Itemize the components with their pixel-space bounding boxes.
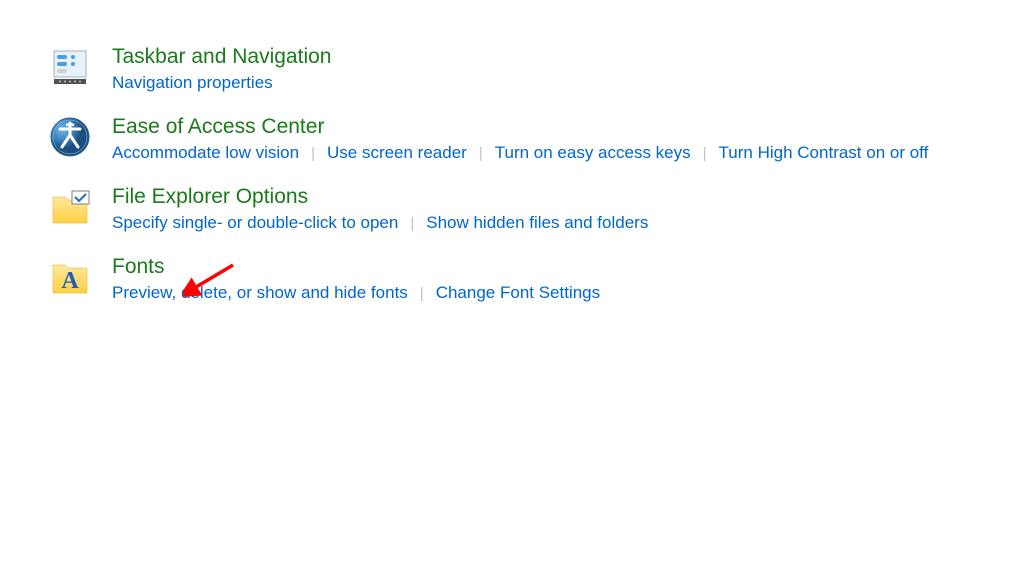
category-title-taskbar[interactable]: Taskbar and Navigation (112, 45, 331, 69)
file-explorer-options-icon (48, 185, 92, 229)
link-show-hidden-files[interactable]: Show hidden files and folders (426, 213, 648, 233)
link-turn-high-contrast[interactable]: Turn High Contrast on or off (719, 143, 929, 163)
category-content: Fonts Preview, delete, or show and hide … (112, 255, 1024, 303)
link-use-screen-reader[interactable]: Use screen reader (327, 143, 467, 163)
separator: | (410, 215, 414, 232)
category-title-fonts[interactable]: Fonts (112, 255, 165, 279)
category-taskbar-navigation: Taskbar and Navigation Navigation proper… (48, 45, 1024, 93)
category-fonts: A Fonts Preview, delete, or show and hid… (48, 255, 1024, 303)
category-title-file-explorer[interactable]: File Explorer Options (112, 185, 308, 209)
link-navigation-properties[interactable]: Navigation properties (112, 73, 273, 93)
category-content: Taskbar and Navigation Navigation proper… (112, 45, 1024, 93)
link-turn-on-easy-access-keys[interactable]: Turn on easy access keys (495, 143, 691, 163)
category-file-explorer-options: File Explorer Options Specify single- or… (48, 185, 1024, 233)
category-ease-of-access: Ease of Access Center Accommodate low vi… (48, 115, 1024, 163)
ease-of-access-icon (48, 115, 92, 159)
category-content: Ease of Access Center Accommodate low vi… (112, 115, 1024, 163)
category-links: Preview, delete, or show and hide fonts … (112, 283, 1024, 303)
separator: | (703, 145, 707, 162)
svg-text:A: A (61, 268, 79, 294)
separator: | (311, 145, 315, 162)
category-links: Accommodate low vision | Use screen read… (112, 143, 1024, 163)
taskbar-navigation-icon (48, 45, 92, 89)
separator: | (420, 285, 424, 302)
category-links: Navigation properties (112, 73, 1024, 93)
link-specify-click[interactable]: Specify single- or double-click to open (112, 213, 398, 233)
category-title-ease-of-access[interactable]: Ease of Access Center (112, 115, 324, 139)
fonts-icon: A (48, 255, 92, 299)
link-accommodate-low-vision[interactable]: Accommodate low vision (112, 143, 299, 163)
category-links: Specify single- or double-click to open … (112, 213, 1024, 233)
link-change-font-settings[interactable]: Change Font Settings (436, 283, 600, 303)
category-content: File Explorer Options Specify single- or… (112, 185, 1024, 233)
link-preview-delete-fonts[interactable]: Preview, delete, or show and hide fonts (112, 283, 408, 303)
separator: | (479, 145, 483, 162)
